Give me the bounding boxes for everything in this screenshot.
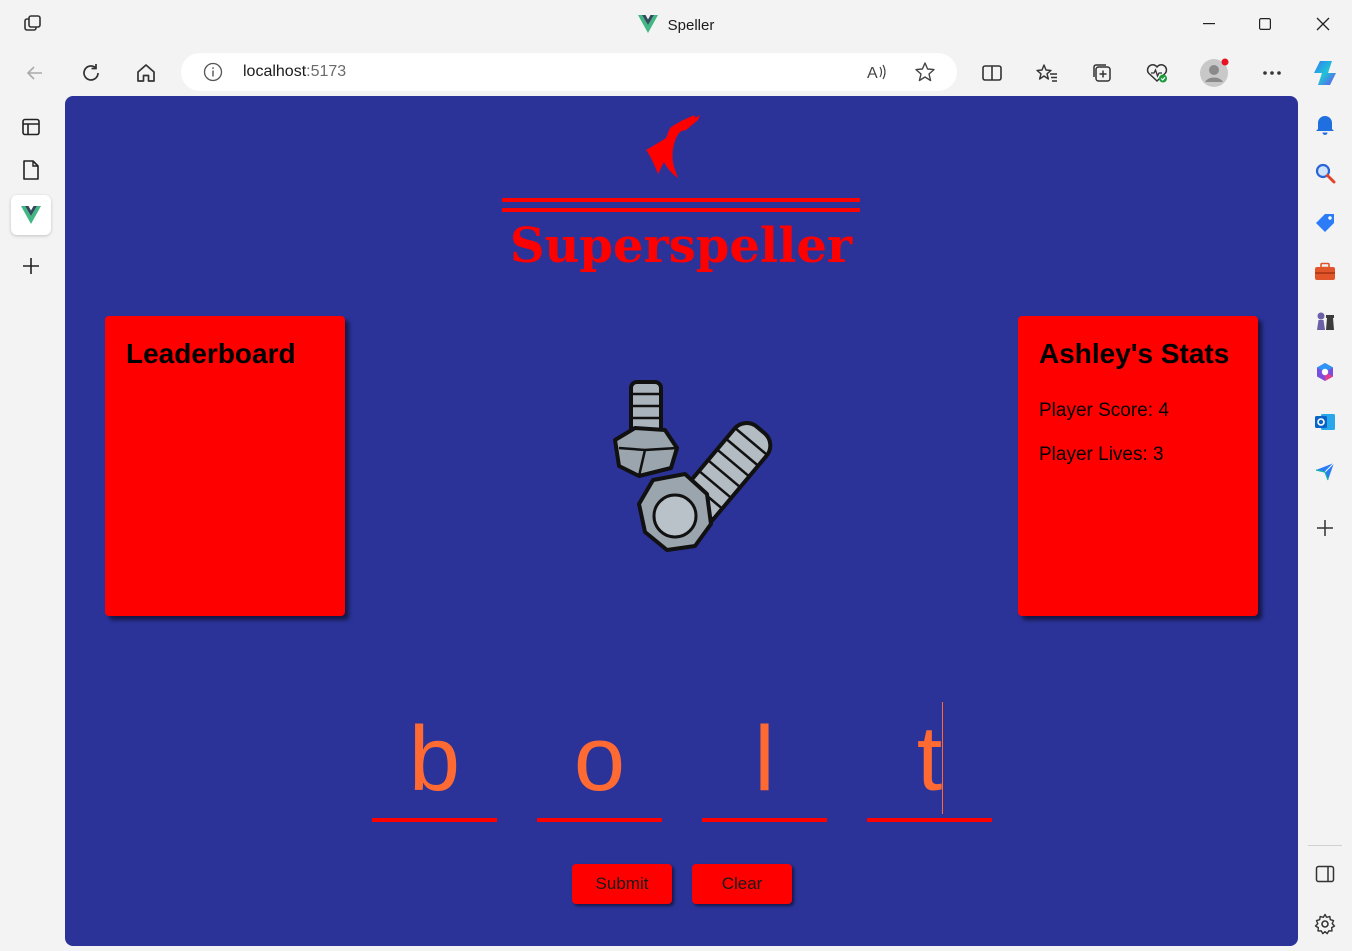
letter-input-1[interactable]: b [372, 704, 497, 824]
sidebar-divider [1308, 845, 1342, 846]
outlook-icon[interactable] [1312, 409, 1338, 435]
tab-speller[interactable] [11, 195, 51, 235]
svg-text:A: A [867, 65, 878, 82]
player-lives: Player Lives: 3 [1039, 444, 1164, 465]
window-title-text: Speller [667, 17, 715, 34]
window-title: Speller [0, 15, 1352, 37]
plus-icon [23, 258, 39, 274]
bolt-image-icon [613, 380, 773, 552]
add-sidebar-app-icon[interactable] [1312, 515, 1338, 541]
window-title-bar: Speller [0, 0, 1352, 48]
player-stats-title: Ashley's Stats [1039, 338, 1230, 369]
vue-logo-icon [21, 206, 41, 224]
page-icon [23, 160, 39, 180]
back-icon[interactable] [20, 58, 50, 88]
search-icon[interactable] [1312, 160, 1338, 186]
superspeller-logo: Superspeller [500, 112, 865, 282]
app-content: Superspeller Leaderboard Ashley's Stats … [65, 96, 1298, 946]
letter-input-3[interactable]: l [702, 704, 827, 824]
settings-gear-icon[interactable] [1312, 911, 1338, 937]
site-info-icon[interactable] [203, 62, 223, 87]
letter-input-4[interactable]: t [867, 704, 992, 824]
address-url[interactable]: localhost:5173 [243, 63, 346, 81]
leaderboard-panel: Leaderboard [105, 316, 345, 616]
maximize-button[interactable] [1242, 8, 1288, 40]
minimize-button[interactable] [1186, 8, 1232, 40]
url-host: localhost [243, 63, 307, 80]
profile-avatar-icon[interactable] [1199, 58, 1229, 88]
word-picture [535, 318, 835, 618]
address-bar[interactable]: localhost:5173 A [181, 53, 957, 91]
clear-button[interactable]: Clear [692, 864, 792, 904]
letter-underline-3 [702, 818, 827, 822]
url-port: :5173 [306, 63, 347, 80]
tools-briefcase-icon[interactable] [1312, 259, 1338, 285]
tab-new-page[interactable] [11, 150, 51, 190]
vue-logo-icon [637, 15, 658, 37]
shopping-tag-icon[interactable] [1312, 210, 1338, 236]
read-aloud-icon[interactable]: A [866, 61, 888, 88]
letter-underline-1 [372, 818, 497, 822]
edge-sidebar [1300, 96, 1352, 951]
more-options-icon[interactable] [1257, 58, 1287, 88]
send-plane-icon[interactable] [1312, 458, 1338, 484]
close-button[interactable] [1300, 8, 1346, 40]
split-screen-icon[interactable] [977, 58, 1007, 88]
vertical-tabs-sidebar [0, 96, 62, 951]
microsoft365-icon[interactable] [1312, 359, 1338, 385]
collections-icon[interactable] [1087, 58, 1117, 88]
leaderboard-title: Leaderboard [126, 338, 296, 369]
copilot-icon[interactable] [1310, 58, 1340, 88]
letter-underline-2 [537, 818, 662, 822]
refresh-icon[interactable] [76, 58, 106, 88]
notifications-bell-icon[interactable] [1312, 111, 1338, 137]
tab-actions-icon[interactable] [11, 107, 51, 147]
letter-input-2[interactable]: o [537, 704, 662, 824]
flying-superhero-icon [502, 115, 860, 212]
favorites-icon[interactable] [1032, 58, 1062, 88]
logo-text: Superspeller [509, 218, 853, 274]
browser-toolbar: localhost:5173 A [0, 48, 1352, 96]
games-chess-icon[interactable] [1312, 309, 1338, 335]
text-caret [942, 702, 943, 814]
browser-essentials-icon[interactable] [1142, 58, 1172, 88]
new-tab-button[interactable] [11, 246, 51, 286]
player-stats-panel: Ashley's Stats Player Score: 4 Player Li… [1018, 316, 1258, 616]
hide-sidebar-icon[interactable] [1312, 861, 1338, 887]
player-score: Player Score: 4 [1039, 400, 1169, 421]
letter-underline-4 [867, 818, 992, 822]
submit-button[interactable]: Submit [572, 864, 672, 904]
home-icon[interactable] [131, 58, 161, 88]
favorite-star-icon[interactable] [914, 61, 936, 88]
